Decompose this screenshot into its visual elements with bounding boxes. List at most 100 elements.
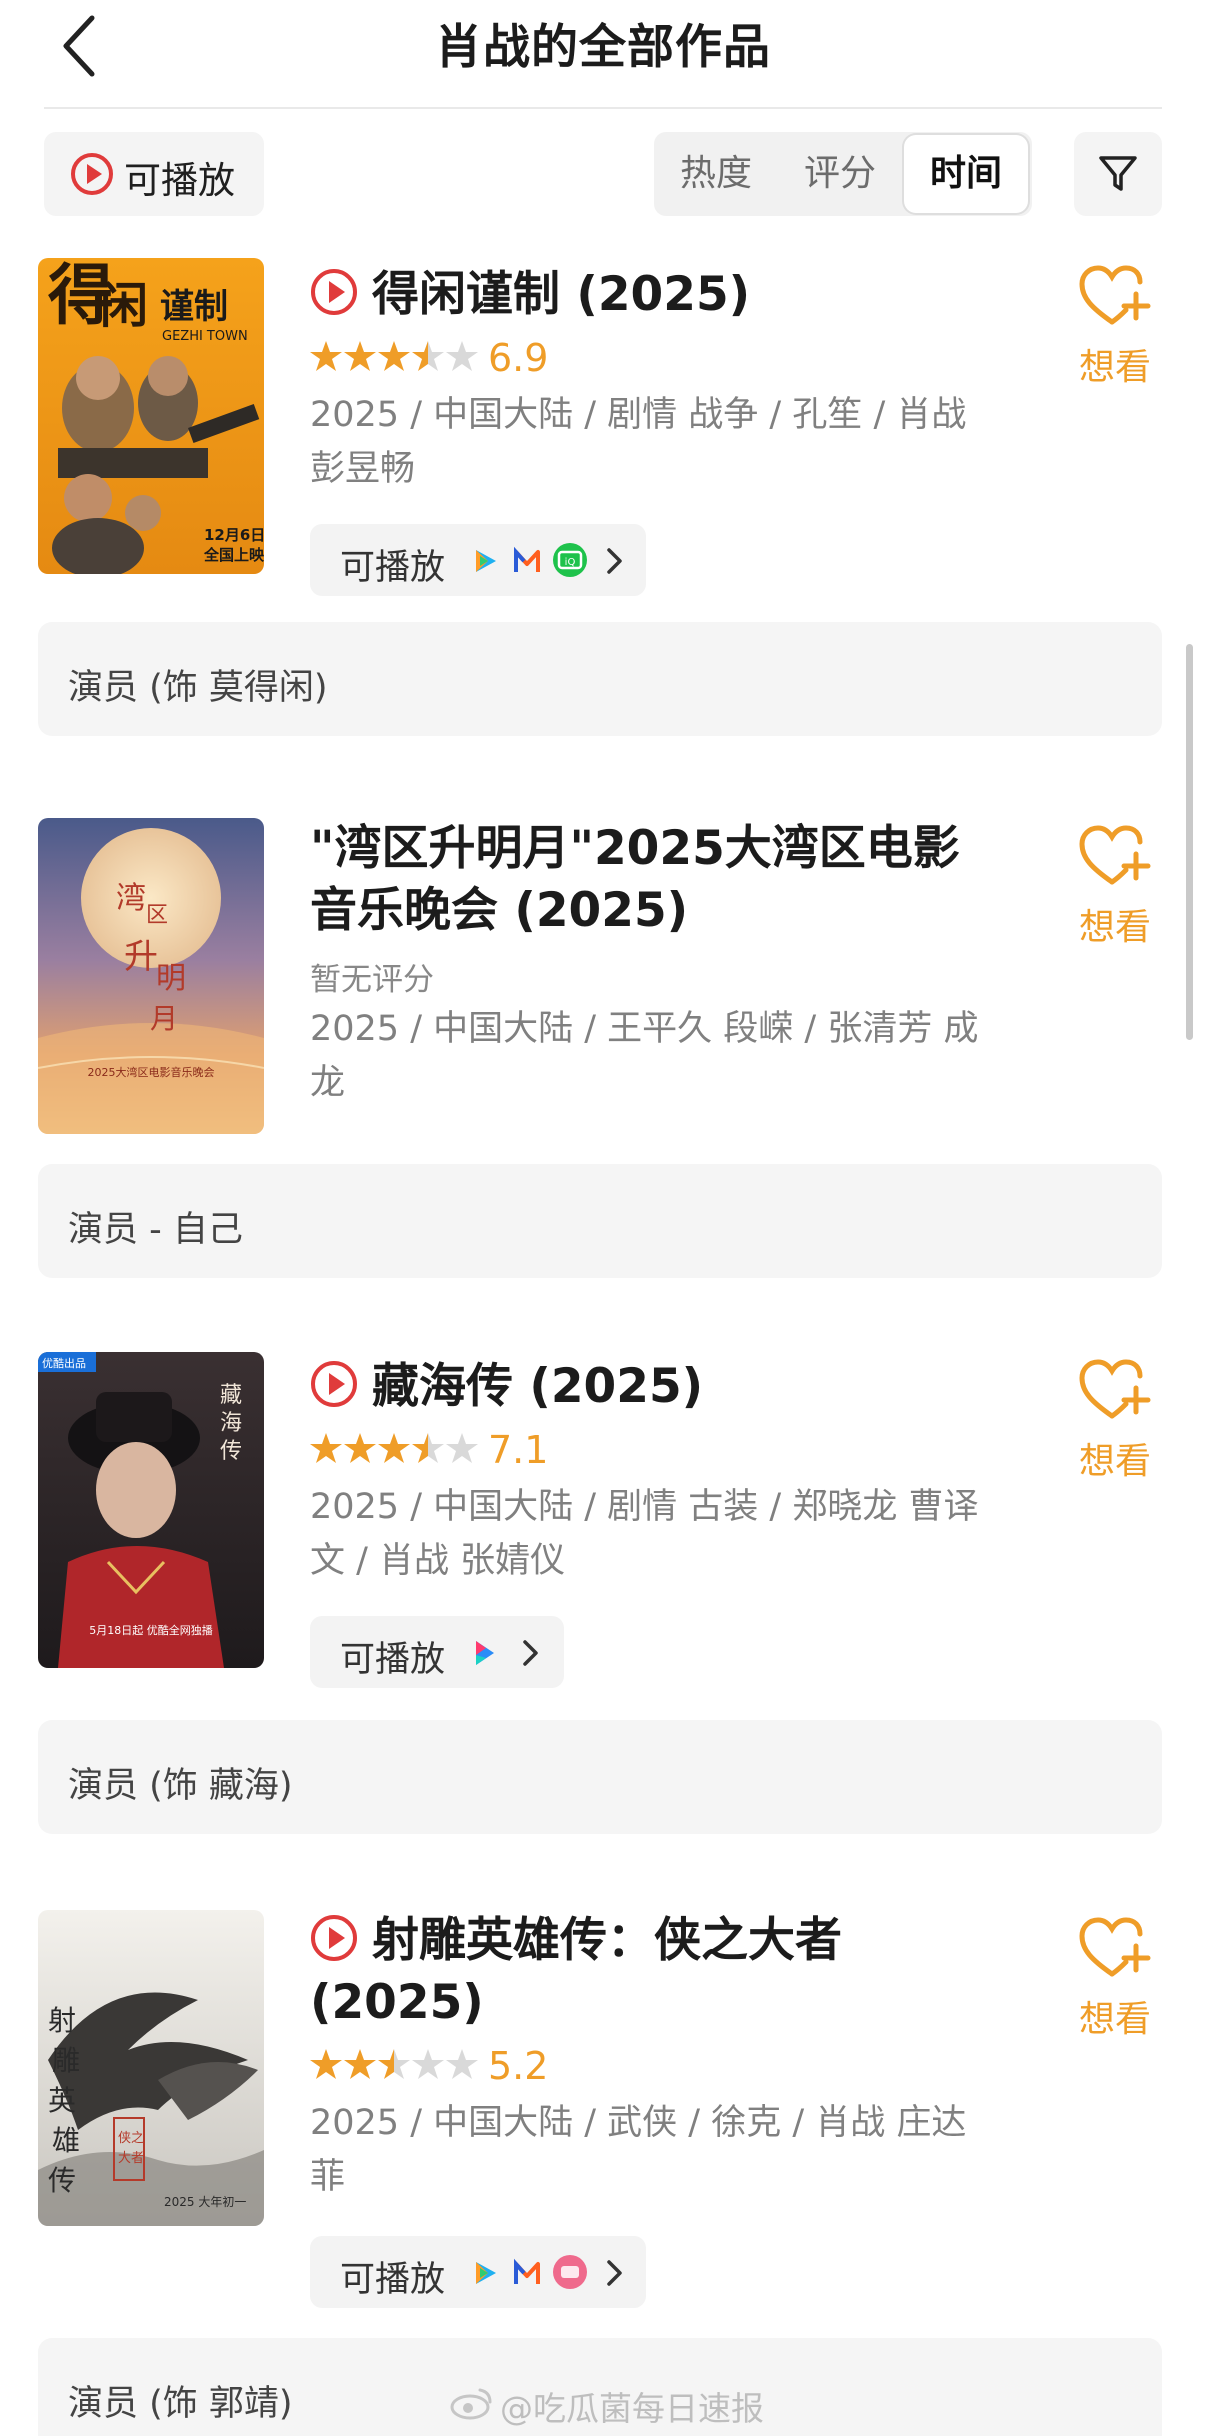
svg-text:大者: 大者 — [118, 2151, 144, 2166]
star — [378, 1433, 410, 1463]
work-title-text: 得闲谨制 (2025) — [372, 267, 751, 322]
playable-filter-button[interactable]: 可播放 — [44, 132, 264, 216]
pink-platform-icon — [553, 2255, 587, 2289]
header-divider — [44, 107, 1162, 109]
no-rating-label: 暂无评分 — [310, 962, 434, 998]
svg-text:海: 海 — [220, 1411, 242, 1436]
star — [310, 1433, 342, 1463]
svg-text:闲: 闲 — [100, 278, 148, 334]
star — [344, 341, 376, 371]
play-circle-icon — [311, 1361, 357, 1407]
star — [446, 1433, 478, 1463]
playable-label: 可播放 — [340, 2260, 446, 2300]
work-title-text: 射雕英雄传：侠之大者 (2025) — [310, 1913, 842, 2030]
svg-text:传: 传 — [220, 1439, 242, 1464]
want-to-watch-label: 想看 — [1078, 347, 1151, 388]
watermark-text: @吃瓜菌每日速报 — [500, 2389, 764, 2428]
playable-platforms-button[interactable]: 可播放 iQ — [310, 524, 646, 596]
page: 肖战的全部作品 可播放 热度 评分 时间 得 闲 谨制 GEZHI TOWN 1… — [0, 0, 1206, 2436]
work-title[interactable]: 射雕英雄传：侠之大者 (2025) — [310, 1910, 990, 2034]
poster-image[interactable]: 得 闲 谨制 GEZHI TOWN 12月6日 全国上映 — [38, 258, 264, 574]
work-title-text: "湾区升明月"2025大湾区电影音乐晚会 (2025) — [310, 821, 960, 938]
svg-text:雄: 雄 — [52, 2124, 80, 2157]
heart-plus-icon — [1079, 1359, 1151, 1419]
want-to-watch-label: 想看 — [1078, 1441, 1151, 1482]
youku-icon — [476, 1641, 494, 1665]
work-meta: 2025 / 中国大陆 / 剧情 战争 / 孔笙 / 肖战 彭昱畅 — [310, 395, 967, 489]
heart-plus-icon — [1079, 1917, 1151, 1977]
playable-label: 可播放 — [340, 1640, 446, 1680]
want-to-watch-label: 想看 — [1078, 907, 1151, 948]
role-text: 演员 (饰 藏海) — [68, 1766, 293, 1806]
star-rating — [310, 1433, 478, 1463]
work-title[interactable]: "湾区升明月"2025大湾区电影音乐晚会 (2025) — [310, 818, 990, 942]
work-title[interactable]: 藏海传 (2025) — [310, 1356, 990, 1418]
funnel-icon — [1099, 156, 1137, 191]
svg-text:传: 传 — [48, 2164, 76, 2197]
want-to-watch-button[interactable]: 想看 — [1070, 1358, 1160, 1484]
page-title: 肖战的全部作品 — [435, 20, 771, 75]
poster-image[interactable]: 优酷出品 藏 海 传 5月18日起 优酷全网独播 — [38, 1352, 264, 1668]
star-rating — [310, 2049, 478, 2079]
work-meta: 2025 / 中国大陆 / 武侠 / 徐克 / 肖战 庄达菲 — [310, 2103, 967, 2197]
svg-text:射: 射 — [48, 2004, 76, 2037]
chevron-right-icon — [523, 1640, 538, 1666]
tencent-video-icon — [476, 550, 496, 572]
star — [344, 1433, 376, 1463]
star — [378, 341, 410, 371]
play-circle-icon — [311, 269, 357, 315]
star — [310, 2049, 342, 2079]
role-bar: 演员 (饰 藏海) — [38, 1720, 1162, 1834]
star-rating — [310, 341, 478, 371]
star — [446, 2049, 478, 2079]
star — [412, 2049, 444, 2079]
filter-button[interactable] — [1074, 132, 1162, 216]
header: 肖战的全部作品 — [0, 0, 1206, 109]
work-title-text: 藏海传 (2025) — [372, 1359, 704, 1414]
mgtv-icon — [514, 546, 540, 572]
svg-text:iQ: iQ — [565, 557, 576, 568]
want-to-watch-button[interactable]: 想看 — [1070, 264, 1160, 390]
poster-image[interactable]: 射 雕 英 雄 传 侠之 大者 2025 大年初一 — [38, 1910, 264, 2226]
star — [378, 2049, 410, 2079]
mgtv-icon — [514, 2258, 540, 2284]
svg-text:2025 大年初一: 2025 大年初一 — [164, 2195, 246, 2209]
svg-text:雕: 雕 — [52, 2044, 80, 2077]
scrollbar[interactable] — [1186, 644, 1193, 1040]
svg-text:月: 月 — [150, 1002, 178, 1035]
svg-text:12月6日: 12月6日 — [204, 526, 264, 544]
playable-platforms-button[interactable]: 可播放 — [310, 1616, 564, 1688]
want-to-watch-button[interactable]: 想看 — [1070, 1916, 1160, 2042]
poster-image[interactable]: 湾 区 升 明 月 2025大湾区电影音乐晚会 — [38, 818, 264, 1134]
weibo-logo-icon — [450, 2388, 492, 2420]
svg-text:藏: 藏 — [220, 1383, 242, 1408]
want-to-watch-button[interactable]: 想看 — [1070, 824, 1160, 950]
sort-tab-rating[interactable]: 评分 — [778, 132, 902, 216]
svg-text:优酷出品: 优酷出品 — [42, 1356, 86, 1370]
work-meta: 2025 / 中国大陆 / 剧情 古装 / 郑晓龙 曹译文 / 肖战 张婧仪 — [310, 1487, 979, 1581]
work-meta: 2025 / 中国大陆 / 王平久 段嵘 / 张清芳 成龙 — [310, 1009, 979, 1103]
rating-score: 7.1 — [488, 1428, 549, 1472]
rating-score: 5.2 — [488, 2044, 549, 2088]
sort-tab-popularity[interactable]: 热度 — [654, 132, 778, 216]
heart-plus-icon — [1079, 265, 1151, 325]
svg-text:区: 区 — [146, 903, 168, 928]
playable-filter-label: 可播放 — [124, 159, 235, 202]
star — [412, 1433, 444, 1463]
playable-platforms-button[interactable]: 可播放 — [310, 2236, 646, 2308]
svg-text:2025大湾区电影音乐晚会: 2025大湾区电影音乐晚会 — [88, 1065, 215, 1079]
star — [310, 341, 342, 371]
want-to-watch-label: 想看 — [1078, 1999, 1151, 2040]
svg-text:谨制: 谨制 — [160, 287, 228, 327]
sort-tab-time[interactable]: 时间 — [904, 135, 1028, 213]
svg-text:升: 升 — [124, 937, 158, 977]
svg-text:侠之: 侠之 — [118, 2131, 144, 2146]
work-title[interactable]: 得闲谨制 (2025) — [310, 264, 990, 326]
heart-plus-icon — [1079, 825, 1151, 885]
role-bar: 演员 (饰 莫得闲) — [38, 622, 1162, 736]
svg-text:GEZHI TOWN: GEZHI TOWN — [162, 329, 248, 344]
chevron-right-icon — [607, 548, 622, 574]
star — [344, 2049, 376, 2079]
svg-text:湾: 湾 — [116, 881, 146, 916]
sort-tabs: 热度 评分 时间 — [654, 132, 1032, 216]
